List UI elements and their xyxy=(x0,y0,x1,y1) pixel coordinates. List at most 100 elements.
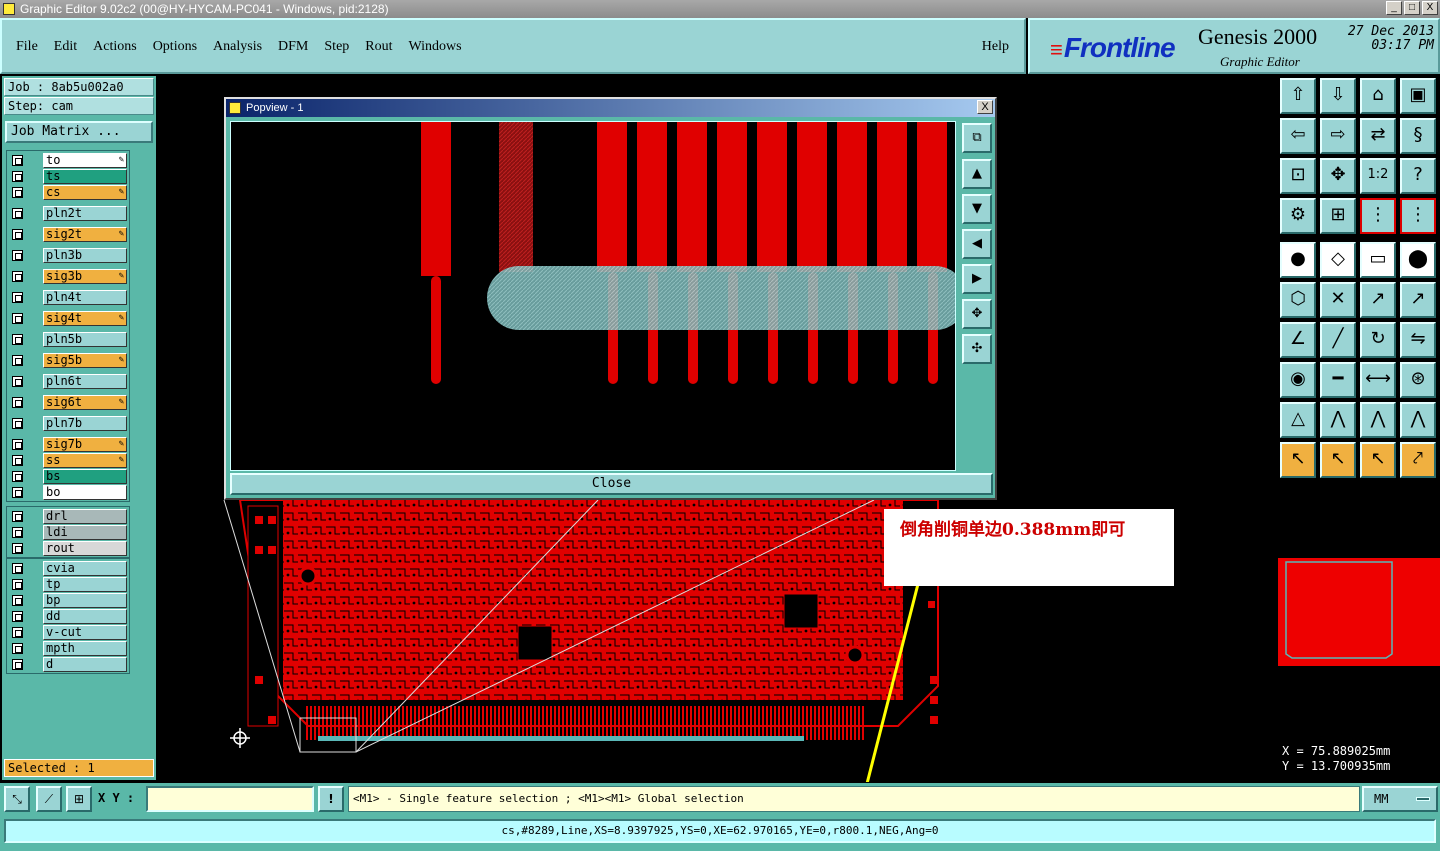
layer-row-cs[interactable]: cs ✎ xyxy=(7,185,129,200)
layer-checkbox[interactable] xyxy=(12,250,23,261)
layer-name[interactable]: sig2t ✎ xyxy=(43,227,127,242)
layer-checkbox[interactable] xyxy=(12,611,23,622)
popview-close-icon[interactable]: X xyxy=(977,100,993,114)
layer-checkbox[interactable] xyxy=(12,579,23,590)
layer-row-pln6t[interactable]: pln6t xyxy=(7,374,129,389)
layer-checkbox[interactable] xyxy=(12,487,23,498)
layer-checkbox[interactable] xyxy=(12,271,23,282)
measure-icon[interactable]: ⟷ xyxy=(1360,362,1396,398)
popview-pan-left-icon[interactable]: ◀ xyxy=(962,229,992,259)
popview-pan-right-icon[interactable]: ▶ xyxy=(962,264,992,294)
menu-options[interactable]: Options xyxy=(153,39,197,55)
layer-checkbox[interactable] xyxy=(12,455,23,466)
help-icon[interactable]: ? xyxy=(1400,158,1436,194)
node-icon[interactable]: ⬡ xyxy=(1280,282,1316,318)
layer-name[interactable]: bs xyxy=(43,469,127,484)
move-node-icon[interactable]: ↗ xyxy=(1360,282,1396,318)
layer-name[interactable]: ss ✎ xyxy=(43,453,127,468)
layer-name[interactable]: pln5b xyxy=(43,332,127,347)
popview-close-button[interactable]: Close xyxy=(230,473,993,495)
layer-name[interactable]: mpth xyxy=(43,641,127,656)
popview-zoom-out-icon[interactable]: ✣ xyxy=(962,334,992,364)
redraw-icon[interactable]: § xyxy=(1400,118,1436,154)
layer-checkbox[interactable] xyxy=(12,643,23,654)
layer-row-drl[interactable]: drl xyxy=(7,509,129,524)
layer-checkbox[interactable] xyxy=(12,229,23,240)
split-line-icon[interactable]: ━ xyxy=(1320,362,1356,398)
select-net-icon[interactable]: ↖ xyxy=(1360,442,1396,478)
popview-zoom-in-icon[interactable]: ✥ xyxy=(962,299,992,329)
popview-pan-down-icon[interactable]: ▼ xyxy=(962,194,992,224)
select-box-icon[interactable]: ↖ xyxy=(1320,442,1356,478)
layer-checkbox[interactable] xyxy=(12,627,23,638)
minimize-button[interactable]: _ xyxy=(1386,1,1402,15)
layer-row-pln3b[interactable]: pln3b xyxy=(7,248,129,263)
layer-row-pln7b[interactable]: pln7b xyxy=(7,416,129,431)
menu-dfm[interactable]: DFM xyxy=(278,39,308,55)
layer-checkbox[interactable] xyxy=(12,313,23,324)
layer-checkbox[interactable] xyxy=(12,397,23,408)
zoom-center-icon[interactable]: ✥ xyxy=(1320,158,1356,194)
layer-name[interactable]: bo xyxy=(43,485,127,500)
stretch-icon[interactable]: ↗ xyxy=(1400,282,1436,318)
menu-step[interactable]: Step xyxy=(324,39,349,55)
layer-row-pln4t[interactable]: pln4t xyxy=(7,290,129,305)
zoom-fit-icon[interactable]: ⊡ xyxy=(1280,158,1316,194)
layer-checkbox[interactable] xyxy=(12,376,23,387)
layer-name[interactable]: tp xyxy=(43,577,127,592)
menu-file[interactable]: File xyxy=(16,39,38,55)
layer-checkbox[interactable] xyxy=(12,418,23,429)
layer-checkbox[interactable] xyxy=(12,563,23,574)
window-icon[interactable]: ▣ xyxy=(1400,78,1436,114)
layer-checkbox[interactable] xyxy=(12,208,23,219)
measure-tool-icon[interactable]: ⟋ xyxy=(36,786,62,812)
layer-checkbox[interactable] xyxy=(12,659,23,670)
popview-zoom-home-icon[interactable]: ⧉ xyxy=(962,123,992,153)
layer-name[interactable]: sig3b ✎ xyxy=(43,269,127,284)
slash-icon[interactable]: ╱ xyxy=(1320,322,1356,358)
layer-checkbox[interactable] xyxy=(12,511,23,522)
menu-help[interactable]: Help xyxy=(982,39,1009,55)
layer-checkbox[interactable] xyxy=(12,292,23,303)
layer-row-sig2t[interactable]: sig2t ✎ xyxy=(7,227,129,242)
menu-actions[interactable]: Actions xyxy=(93,39,137,55)
warning-icon[interactable]: ! xyxy=(318,786,344,812)
snap-icon[interactable]: ◉ xyxy=(1280,362,1316,398)
layer-row-sig3b[interactable]: sig3b ✎ xyxy=(7,269,129,284)
layer-checkbox[interactable] xyxy=(12,187,23,198)
layer-checkbox[interactable] xyxy=(12,527,23,538)
layer-row-d[interactable]: d xyxy=(7,657,129,672)
close-button[interactable]: X xyxy=(1422,1,1438,15)
job-matrix-button[interactable]: Job Matrix ... xyxy=(5,121,153,143)
layer-name[interactable]: drl xyxy=(43,509,127,524)
layer-row-cvia[interactable]: cvia xyxy=(7,561,129,576)
layer-name[interactable]: d xyxy=(43,657,127,672)
layer-row-pln2t[interactable]: pln2t xyxy=(7,206,129,221)
layer-name[interactable]: rout xyxy=(43,541,127,556)
tools-icon[interactable]: ⚙ xyxy=(1280,198,1316,234)
menu-rout[interactable]: Rout xyxy=(365,39,392,55)
traffic-light-icon[interactable]: ⋮ xyxy=(1360,198,1396,234)
layer-name[interactable]: to ✎ xyxy=(43,153,127,168)
layer-row-to[interactable]: to ✎ xyxy=(7,153,129,168)
select-route-icon[interactable]: ⤤ xyxy=(1400,442,1436,478)
layer-row-ss[interactable]: ss ✎ xyxy=(7,453,129,468)
layer-row-pln5b[interactable]: pln5b xyxy=(7,332,129,347)
layer-row-bo[interactable]: bo xyxy=(7,485,129,500)
overview-thumbnail[interactable] xyxy=(1278,558,1440,666)
pan-right-icon[interactable]: ⇨ xyxy=(1320,118,1356,154)
pan-up-icon[interactable]: ⇧ xyxy=(1280,78,1316,114)
xy-input[interactable] xyxy=(146,786,314,812)
layer-row-mpth[interactable]: mpth xyxy=(7,641,129,656)
grid-snap-icon[interactable]: ⊞ xyxy=(66,786,92,812)
cross-icon[interactable]: ✕ xyxy=(1320,282,1356,318)
layer-name[interactable]: ts xyxy=(43,169,127,184)
triangle-2-icon[interactable]: ⋀ xyxy=(1320,402,1356,438)
swap-icon[interactable]: ⇄ xyxy=(1360,118,1396,154)
layer-row-tp[interactable]: tp xyxy=(7,577,129,592)
layer-row-ts[interactable]: ts xyxy=(7,169,129,184)
layer-name[interactable]: bp xyxy=(43,593,127,608)
layer-name[interactable]: pln4t xyxy=(43,290,127,305)
menu-windows[interactable]: Windows xyxy=(409,39,462,55)
triangle-1-icon[interactable]: △ xyxy=(1280,402,1316,438)
